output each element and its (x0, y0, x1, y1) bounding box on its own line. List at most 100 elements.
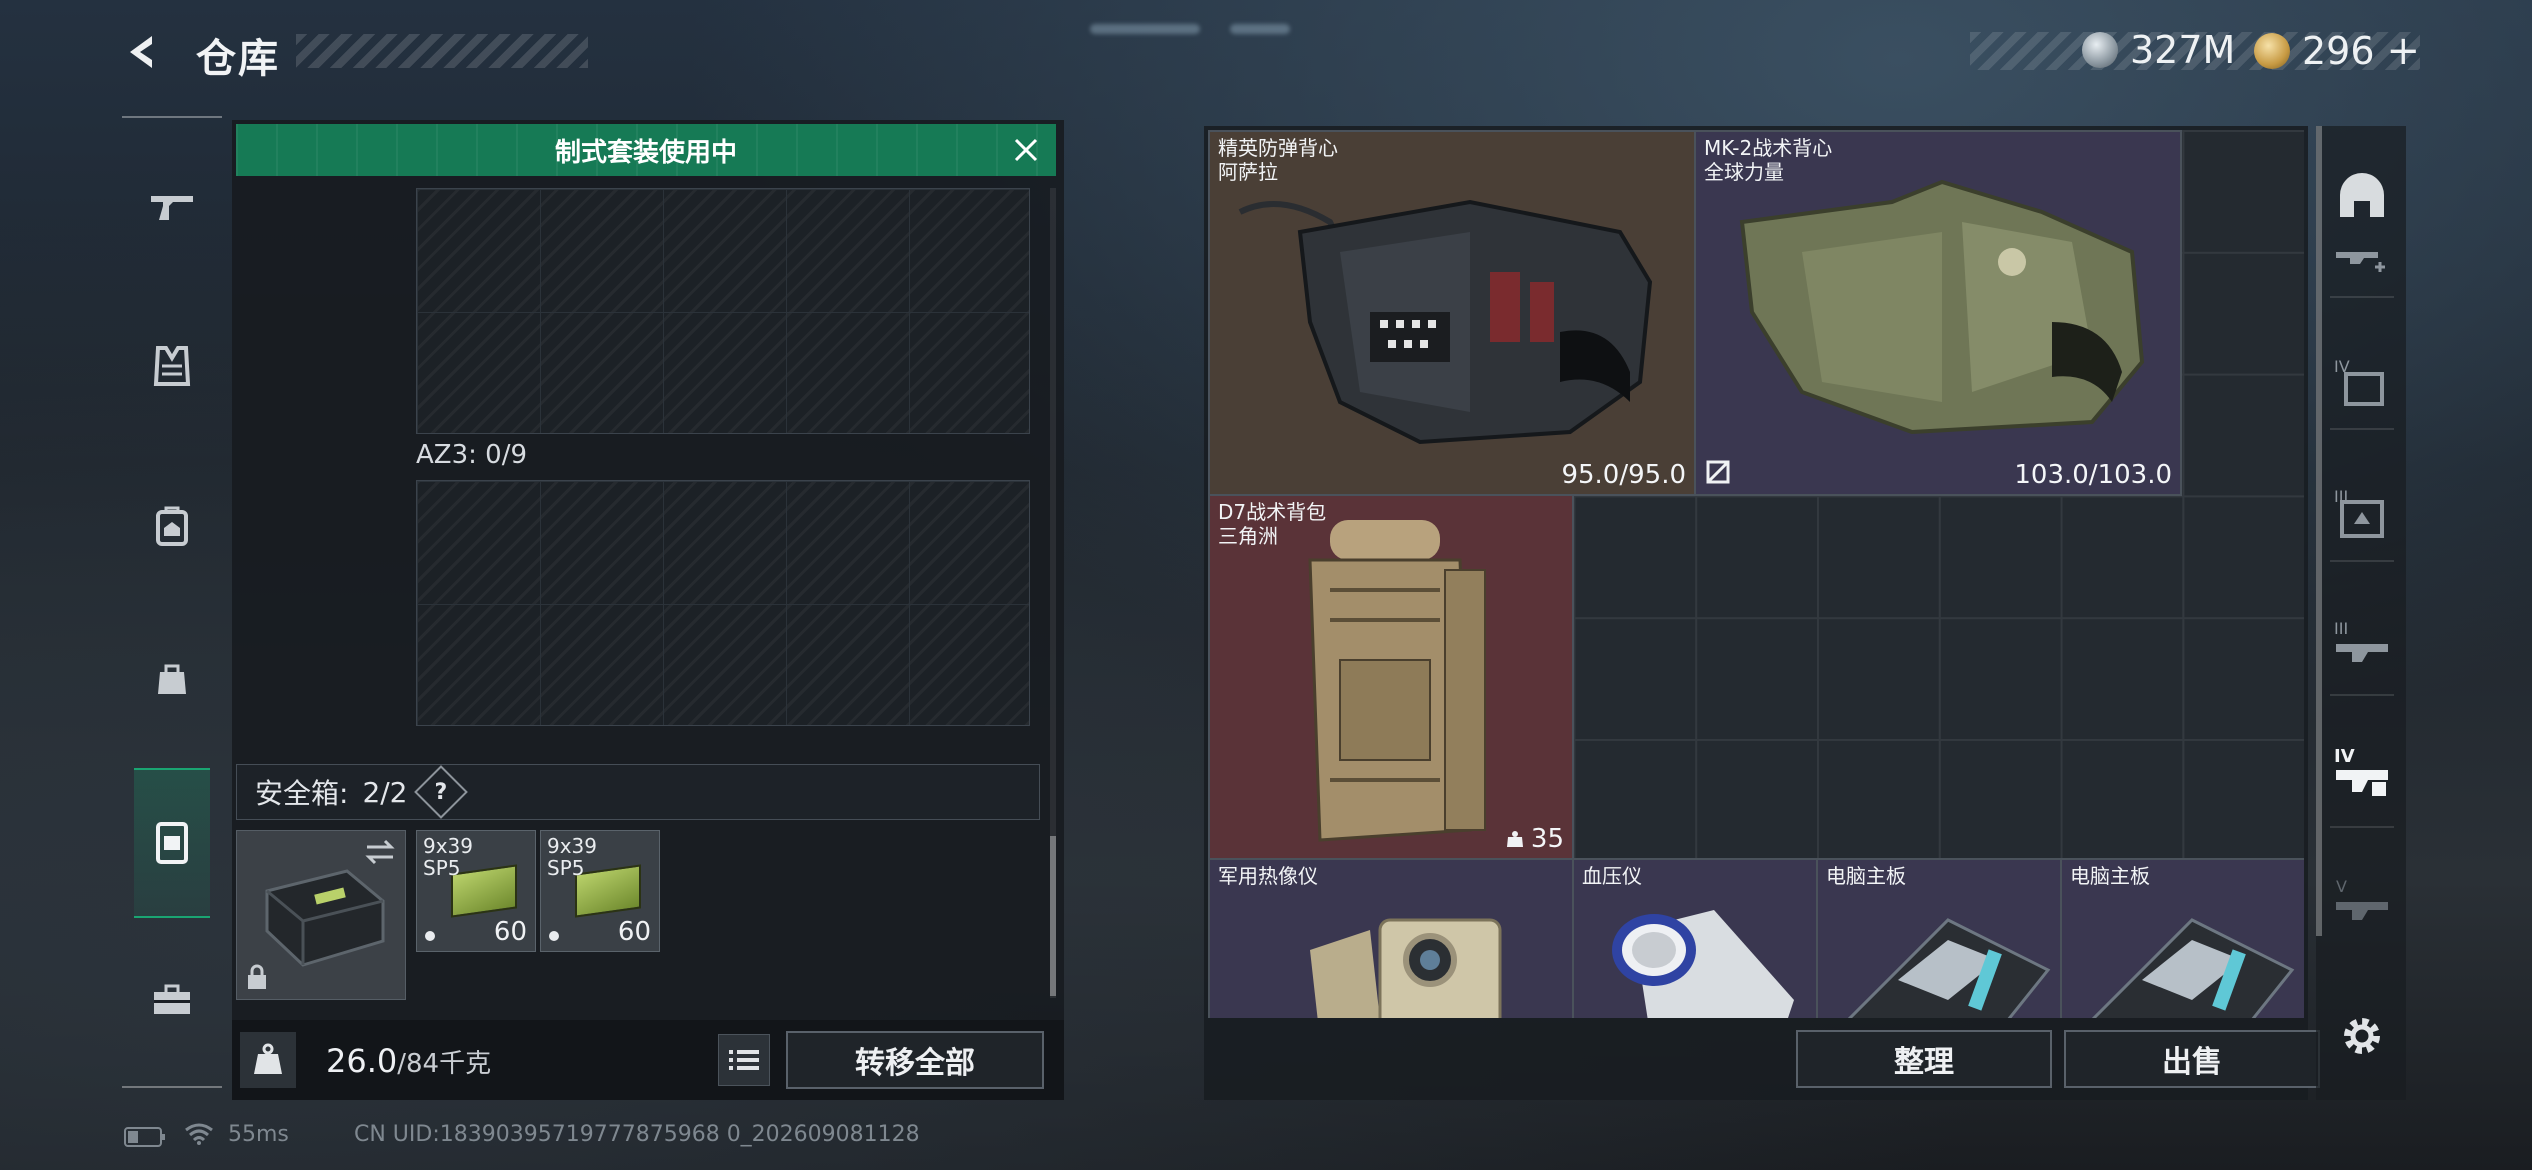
toolbox-icon (154, 984, 190, 1014)
item-durability: 95.0/95.0 (1561, 460, 1686, 490)
back-arrow-icon (130, 36, 152, 68)
weight-display: 26.0/84千克 (326, 1042, 491, 1080)
item-name: 精英防弹背心 (1218, 136, 1338, 160)
category-tier3-weapon[interactable]: III (2330, 612, 2394, 676)
item-name: 血压仪 (1582, 864, 1642, 888)
ammo-item[interactable]: 9x39 SP5 60 (416, 830, 536, 952)
wifi-icon (185, 1123, 213, 1145)
item-blood-pressure-meter[interactable]: 血压仪 (1572, 858, 1818, 1018)
item-origin: 全球力量 (1704, 160, 1784, 184)
silver-coin-icon (2082, 32, 2118, 68)
item-origin: 三角洲 (1218, 524, 1278, 548)
title-decoration (296, 34, 588, 68)
storage-grid-top[interactable] (416, 188, 1030, 434)
weight-current: 26.0 (326, 1042, 398, 1080)
category-tier4-gear[interactable]: IV (2330, 350, 2394, 414)
bag-capacity-icon (1506, 831, 1523, 847)
silver-amount: 327M (2130, 28, 2236, 72)
help-button[interactable]: ? (413, 765, 468, 819)
category-divider (2330, 428, 2394, 430)
gold-coin-icon (2254, 33, 2290, 69)
uid-text: CN UID:18390395719777875968 0_2026090811… (354, 1122, 920, 1147)
sort-button[interactable]: 整理 (1796, 1030, 2052, 1088)
stash-scrollbar[interactable] (2316, 126, 2322, 936)
thermal-imager-image (1310, 918, 1502, 1018)
category-divider (2330, 296, 2394, 298)
vest-image (1739, 179, 2145, 435)
category-weapons[interactable] (2330, 234, 2394, 284)
weight-icon (240, 1032, 296, 1088)
category-divider (2330, 694, 2394, 696)
svg-text:V: V (2336, 877, 2347, 896)
category-divider (2330, 826, 2394, 828)
preset-banner: 制式套装使用中 (236, 124, 1056, 176)
vest-image (1238, 199, 1653, 445)
category-divider (2330, 560, 2394, 562)
preset-banner-text: 制式套装使用中 (554, 137, 737, 168)
category-tier3-case[interactable]: III (2330, 480, 2394, 544)
item-name: D7战术背包 (1218, 500, 1327, 524)
settings-button[interactable] (2330, 1004, 2394, 1068)
motherboard-image (1847, 918, 2051, 1018)
item-durability: 103.0/103.0 (2014, 460, 2172, 490)
lock-icon (248, 964, 266, 989)
slot-capacity-label: AZ3: 0/9 (416, 440, 528, 470)
close-icon[interactable] (1010, 134, 1042, 166)
motherboard-image (2091, 918, 2295, 1018)
ammo-item[interactable]: 9x39 SP5 60 (540, 830, 660, 952)
swap-icon[interactable] (363, 837, 397, 867)
rail-divider (122, 1086, 222, 1088)
rail-bag-tab[interactable] (134, 640, 210, 716)
item-origin: 阿萨拉 (1218, 160, 1278, 184)
back-button[interactable] (118, 26, 170, 78)
bag-icon (158, 664, 186, 694)
item-name: 电脑主板 (2070, 864, 2150, 888)
sell-button[interactable]: 出售 (2064, 1030, 2320, 1088)
category-tier4-selected[interactable]: IV (2330, 740, 2394, 804)
rail-weapon-tab[interactable] (134, 168, 210, 244)
tier4-icon: IV (2334, 357, 2384, 406)
safebox-icon (156, 822, 188, 864)
tier3-weapon-icon: III (2334, 619, 2388, 662)
storage-grid-az3[interactable] (416, 480, 1030, 726)
category-all[interactable] (2330, 164, 2394, 228)
list-view-button[interactable] (718, 1034, 770, 1086)
safe-case-item[interactable] (236, 830, 406, 1000)
item-elite-vest[interactable]: 精英防弹背心 阿萨拉 95.0/95.0 (1208, 130, 1696, 496)
ammo-type: SP5 (423, 856, 461, 880)
tier5-icon: V (2336, 877, 2388, 920)
stash-grid[interactable]: 精英防弹背心 阿萨拉 95.0/95.0 MK-2战术背心 全球力量 103.0/1… (1208, 130, 2304, 1018)
page-title: 仓库 (196, 36, 280, 82)
ammo-dot-icon (425, 931, 435, 941)
top-bar: 仓库 327M 296 + (0, 0, 2532, 110)
safe-box-header: 安全箱: 2/2 ? (236, 764, 1040, 820)
ammo-caliber: 9x39 (423, 834, 474, 858)
ping-text: 55ms (228, 1122, 289, 1147)
item-mk2-vest[interactable]: MK-2战术背心 全球力量 103.0/103.0 (1694, 130, 2182, 496)
category-tier5[interactable]: V (2330, 870, 2394, 934)
item-thermal-imager[interactable]: 军用热像仪 (1208, 858, 1574, 1018)
rail-backpack-tab[interactable] (134, 488, 210, 564)
item-capacity-value: 35 (1530, 824, 1564, 854)
safe-box-label: 安全箱: (255, 777, 349, 810)
ammo-caliber: 9x39 (547, 834, 598, 858)
left-scroll-thumb[interactable] (1050, 836, 1056, 996)
vest-icon (153, 346, 191, 386)
ammo-type: SP5 (547, 856, 585, 880)
battery-icon (124, 1127, 165, 1147)
item-d7-backpack[interactable]: D7战术背包 三角洲 35 (1208, 494, 1574, 860)
gun-icon (151, 196, 193, 220)
rail-toolbox-tab[interactable] (134, 962, 210, 1038)
gold-currency[interactable]: 296 + (2254, 28, 2420, 74)
tier4-selected-icon: IV (2334, 746, 2388, 796)
add-gold-button[interactable]: + (2387, 28, 2421, 74)
rail-safebox-tab[interactable] (134, 768, 210, 918)
transfer-all-button[interactable]: 转移全部 (786, 1031, 1044, 1089)
item-motherboard[interactable]: 电脑主板 (1816, 858, 2062, 1018)
backpack-icon (156, 506, 188, 546)
item-motherboard[interactable]: 电脑主板 (2060, 858, 2304, 1018)
backpack-image (1308, 520, 1486, 842)
helmet-icon (2340, 173, 2384, 217)
svg-text:IV: IV (2334, 746, 2355, 767)
rail-vest-tab[interactable] (134, 328, 210, 404)
